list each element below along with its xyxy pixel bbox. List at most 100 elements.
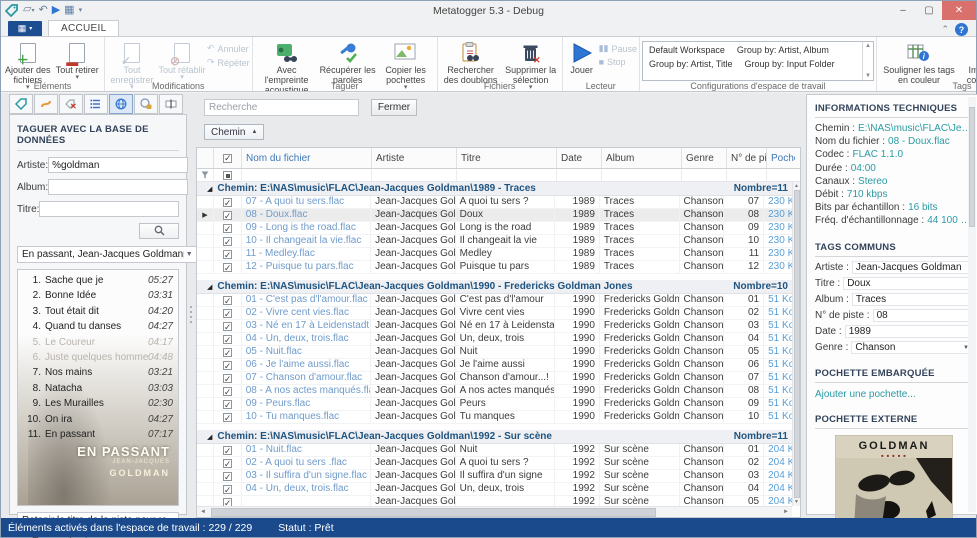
app-menu-button[interactable]: ▦▾ xyxy=(8,21,42,36)
album-field[interactable] xyxy=(48,179,188,195)
checkbox-checked-icon[interactable] xyxy=(223,413,232,422)
table-row[interactable]: 02 - A quoi tu sers .flacJean-Jacques Go… xyxy=(197,457,792,470)
row-checkbox-cell[interactable] xyxy=(214,372,242,384)
checkbox-checked-icon[interactable] xyxy=(223,263,232,272)
filter-checkbox[interactable] xyxy=(214,169,242,181)
tag-value-field[interactable]: Chanson▼ xyxy=(851,341,973,354)
column-header[interactable]: N° de piste xyxy=(727,148,767,168)
row-checkbox-cell[interactable] xyxy=(214,398,242,410)
redo-button[interactable]: ↷Répéter xyxy=(207,57,250,68)
tab-tag-auto-icon[interactable] xyxy=(34,94,58,114)
cell-cover-link[interactable]: 51 Ko, xyxy=(764,307,792,319)
tag-value-field[interactable]: Jean-Jacques Goldman xyxy=(852,261,973,274)
row-checkbox-cell[interactable] xyxy=(214,496,242,506)
table-row[interactable]: Jean-Jacques Goldman1992Sur scèneChanson… xyxy=(197,496,792,506)
checkbox-checked-icon[interactable] xyxy=(223,374,232,383)
stop-button[interactable]: ■Stop xyxy=(599,57,637,67)
tab-rename-icon[interactable] xyxy=(159,94,183,114)
row-handle[interactable] xyxy=(197,261,214,273)
remove-all-button[interactable]: ▬ Tout retirer▾ xyxy=(53,39,103,81)
table-row[interactable]: 04 - Un, deux, trois.flacJean-Jacques Go… xyxy=(197,333,792,346)
cell-cover-link[interactable]: 230 Ko, xyxy=(764,222,792,234)
cell-cover-link[interactable]: 51 Ko, xyxy=(764,346,792,358)
checkbox-checked-icon[interactable] xyxy=(223,198,232,207)
table-row[interactable]: 10 - Il changeait la vie.flacJean-Jacque… xyxy=(197,235,792,248)
close-button[interactable]: ✕ xyxy=(942,1,976,20)
cell-cover-link[interactable]: 230 Ko, xyxy=(764,261,792,273)
table-row[interactable]: 08 - A nos actes manqués.flacJean-Jacque… xyxy=(197,385,792,398)
help-button[interactable]: ? xyxy=(955,23,968,36)
expander-icon[interactable]: ◢ xyxy=(207,185,212,193)
row-handle[interactable] xyxy=(197,346,214,358)
row-checkbox-cell[interactable] xyxy=(214,333,242,345)
revert-all-button[interactable]: ⊘ Tout rétablir▾ xyxy=(157,39,207,81)
title-field[interactable] xyxy=(39,201,179,217)
checkbox-checked-icon[interactable] xyxy=(223,322,232,331)
row-checkbox-cell[interactable] xyxy=(214,411,242,423)
table-row[interactable]: 09 - Long is the road.flacJean-Jacques G… xyxy=(197,222,792,235)
row-handle[interactable] xyxy=(197,385,214,397)
group-by-chip[interactable]: Chemin▲ xyxy=(204,124,264,140)
workspace-config-item[interactable]: Group by: Artist, Album xyxy=(733,43,833,57)
table-row[interactable]: 07 - Chanson d'amour.flacJean-Jacques Go… xyxy=(197,372,792,385)
row-checkbox-cell[interactable] xyxy=(214,248,242,260)
row-handle[interactable] xyxy=(197,359,214,371)
row-checkbox-cell[interactable] xyxy=(214,470,242,482)
row-handle[interactable]: ▶ xyxy=(197,209,214,221)
row-handle[interactable] xyxy=(197,307,214,319)
search-input[interactable] xyxy=(204,99,359,116)
checkbox-checked-icon[interactable] xyxy=(223,224,232,233)
filter-cell[interactable] xyxy=(372,169,457,181)
checkbox-checked-icon[interactable] xyxy=(223,459,232,468)
table-row[interactable]: ▶08 - Doux.flacJean-Jacques GoldmanDoux1… xyxy=(197,209,792,222)
track-list-item[interactable]: 10.On ira04:27 xyxy=(23,412,173,427)
checkbox-checked-icon[interactable] xyxy=(223,250,232,259)
cell-cover-link[interactable]: 51 Ko, xyxy=(764,359,792,371)
table-row[interactable]: 01 - Nuit.flacJean-Jacques GoldmanNuit19… xyxy=(197,444,792,457)
table-row[interactable]: 02 - Vivre cent vies.flacJean-Jacques Go… xyxy=(197,307,792,320)
cell-cover-link[interactable]: 51 Ko, xyxy=(764,333,792,345)
track-list-item[interactable]: 5.Le Coureur04:17 xyxy=(23,335,173,350)
expander-icon[interactable]: ◢ xyxy=(207,433,212,441)
qat-customize-caret-icon[interactable]: ▾ xyxy=(79,5,83,16)
filter-cell[interactable] xyxy=(727,169,767,181)
qat-file-icon[interactable]: ▱▾ xyxy=(23,4,34,17)
table-row[interactable]: 06 - Je l'aime aussi.flacJean-Jacques Go… xyxy=(197,359,792,372)
close-search-button[interactable]: Fermer xyxy=(371,99,417,116)
cell-cover-link[interactable]: 51 Ko, xyxy=(764,320,792,332)
cell-cover-link[interactable]: 230 Ko, xyxy=(764,196,792,208)
filter-funnel-icon[interactable] xyxy=(197,169,214,181)
row-handle[interactable] xyxy=(197,235,214,247)
play-icon[interactable]: ▶ xyxy=(52,5,60,16)
panel-splitter[interactable] xyxy=(189,93,193,518)
tag-value-field[interactable]: Traces xyxy=(852,293,973,306)
track-list-item[interactable]: 7.Nos mains03:21 xyxy=(23,365,173,380)
checkbox-checked-icon[interactable] xyxy=(223,237,232,246)
column-header[interactable]: Album xyxy=(602,148,682,168)
track-list-item[interactable]: 9.Les Murailles02:30 xyxy=(23,396,173,411)
group-header-row[interactable]: ◢Chemin: E:\NAS\music\FLAC\Jean-Jacques … xyxy=(197,430,792,444)
expander-icon[interactable]: ◢ xyxy=(207,283,212,291)
row-checkbox-cell[interactable] xyxy=(214,444,242,456)
find-duplicates-button[interactable]: Rechercher des doublons xyxy=(440,39,502,85)
header-checkbox[interactable] xyxy=(214,148,242,168)
release-track-list[interactable]: 1.Sache que je05:272.Bonne Idée03:313.To… xyxy=(17,269,179,506)
filter-cell[interactable] xyxy=(602,169,682,181)
checkbox-checked-icon[interactable] xyxy=(223,446,232,455)
checkbox-checked-icon[interactable] xyxy=(223,309,232,318)
row-handle[interactable] xyxy=(197,294,214,306)
column-header[interactable]: Date xyxy=(557,148,602,168)
column-header[interactable]: Genre xyxy=(682,148,727,168)
workspace-config-item[interactable]: Group by: Artist, Title xyxy=(645,57,737,71)
pause-button[interactable]: ▮▮Pause xyxy=(599,43,637,54)
select-all-checkbox[interactable] xyxy=(223,154,232,163)
add-cover-link[interactable]: Ajouter une pochette... xyxy=(815,389,973,400)
table-row[interactable]: 09 - Peurs.flacJean-Jacques GoldmanPeurs… xyxy=(197,398,792,411)
right-panel-scrollbar[interactable] xyxy=(968,97,976,512)
grid-vertical-scrollbar[interactable]: ▲▼ xyxy=(792,182,800,506)
track-list-item[interactable]: 2.Bonne Idée03:31 xyxy=(23,288,173,303)
table-row[interactable]: 03 - Né en 17 à Leidenstadt.flacJean-Jac… xyxy=(197,320,792,333)
row-checkbox-cell[interactable] xyxy=(214,209,242,221)
db-search-button[interactable] xyxy=(139,223,179,239)
row-checkbox-cell[interactable] xyxy=(214,294,242,306)
